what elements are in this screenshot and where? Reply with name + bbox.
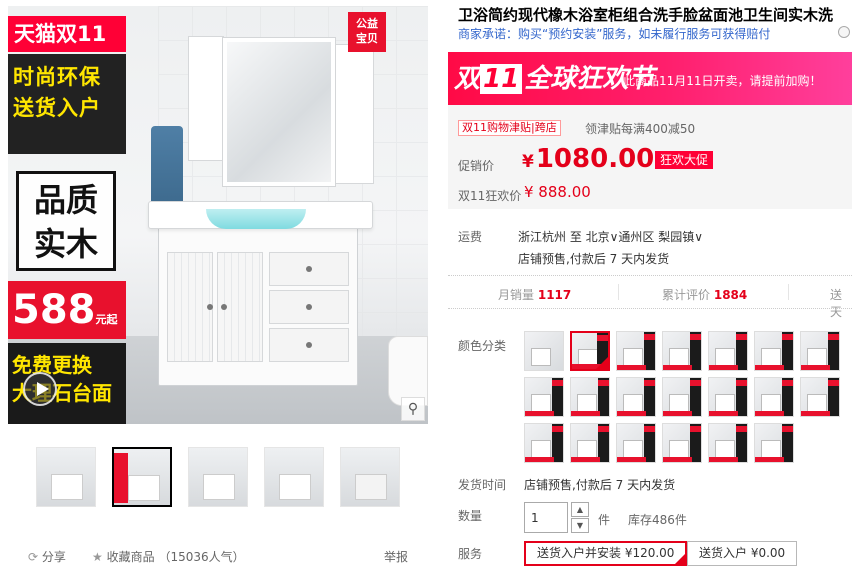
double11-price-label: 双11狂欢价 [458,189,522,203]
product-title: 卫浴简约现代橡木浴室柜组合洗手脸盆面池卫生间实木洗 [458,6,834,24]
vanity-cabinet [158,221,358,386]
play-video-icon[interactable] [23,372,57,406]
mirror [223,38,335,186]
shipping-destination[interactable]: 浙江杭州 至 北京∨通州区 梨园镇∨ [518,228,703,245]
quantity-decrease-button[interactable]: ▼ [571,518,589,533]
sku-swatch-9[interactable] [570,377,610,417]
charity-badge: 公益 宝贝 [348,12,386,52]
promo-tag: 狂欢大促 [655,151,714,169]
allowance-badge[interactable]: 双11购物津贴|跨店 [458,120,561,136]
sku-swatch-10[interactable] [616,377,656,417]
double11-price: ¥ 888.00 [524,183,591,201]
points-label: 送天 [830,288,843,319]
main-product-image[interactable]: 天猫双11 时尚环保 送货入户 品质 实木 588元起 免费更换 大理石台面 公… [8,6,428,424]
banner-text: 此商品11月11日开卖，请提前加购！ [623,74,822,88]
service-option-install[interactable]: 送货入户并安装 ¥120.00 [524,541,688,566]
tmall-double11-badge: 天猫双11 [8,16,126,52]
sku-swatch-5[interactable] [708,331,748,371]
promo-price-label: 促销价 [458,159,495,173]
quantity-label: 数量 [458,509,483,523]
sku-swatch-14[interactable] [800,377,840,417]
sku-swatch-11[interactable] [662,377,702,417]
sku-swatch-6[interactable] [754,331,794,371]
report-link[interactable]: 举报 [384,548,408,565]
sku-swatch-16[interactable] [570,423,610,463]
review-count[interactable]: 累计评价 1884 [662,286,747,303]
sku-swatch-2[interactable] [570,331,610,371]
quantity-increase-button[interactable]: ▲ [571,502,589,517]
delivery-label: 发货时间 [458,478,507,492]
merchant-promise: 商家承诺：购买“预约安装”服务，如未履行服务可获得赔付 [458,27,771,41]
shipping-label: 运费 [458,230,483,244]
sku-swatch-8[interactable] [524,377,564,417]
sku-swatch-1[interactable] [524,331,564,371]
start-price-badge: 588元起 [8,281,126,339]
promo-price: ¥1080.00 [522,144,655,174]
thumbnail-1[interactable] [36,447,96,507]
monthly-sales: 月销量 1117 [498,288,572,302]
service-label: 服务 [458,547,483,561]
promo-sidebar: 天猫双11 时尚环保 送货入户 品质 实木 588元起 免费更换 大理石台面 [8,6,126,424]
thumbnail-4[interactable] [264,447,324,507]
sku-swatch-20[interactable] [754,423,794,463]
star-icon: ★ [92,550,103,564]
shipping-note: 店铺预售,付款后 7 天内发货 [518,252,670,266]
allowance-text: 领津贴每满400减50 [585,122,696,136]
share-icon: ⟳ [28,550,39,564]
sku-swatch-17[interactable] [616,423,656,463]
quantity-unit: 件 [598,513,611,527]
toilet [388,336,428,406]
sku-swatch-15[interactable] [524,423,564,463]
left-shelf [188,36,224,161]
stock-count: 库存486件 [628,513,687,527]
sku-swatch-3[interactable] [616,331,656,371]
sku-swatch-13[interactable] [754,377,794,417]
sku-swatch-18[interactable] [662,423,702,463]
thumbnail-3[interactable] [188,447,248,507]
thumbnail-5[interactable] [340,447,400,507]
color-label: 颜色分类 [458,339,507,353]
info-icon[interactable] [838,26,850,38]
share-button[interactable]: ⟳ 分享 [28,548,66,565]
sku-swatch-12[interactable] [708,377,748,417]
delivery-value: 店铺预售,付款后 7 天内发货 [524,478,676,492]
sink-basin [206,209,306,229]
quantity-input[interactable] [524,502,568,533]
zoom-icon[interactable]: ⚲ [401,397,425,421]
favorite-button[interactable]: ★ 收藏商品 （15036人气） [92,548,245,565]
service-option-delivery[interactable]: 送货入户 ¥0.00 [687,541,798,566]
thumbnail-2[interactable] [112,447,172,507]
promo-slogan-1: 时尚环保 送货入户 [8,54,126,154]
sku-swatch-4[interactable] [662,331,702,371]
sku-swatch-19[interactable] [708,423,748,463]
sku-swatch-7[interactable] [800,331,840,371]
quality-badge: 品质 实木 [16,171,116,271]
stats-bar: 月销量 1117 累计评价 1884 送天 [448,275,852,319]
